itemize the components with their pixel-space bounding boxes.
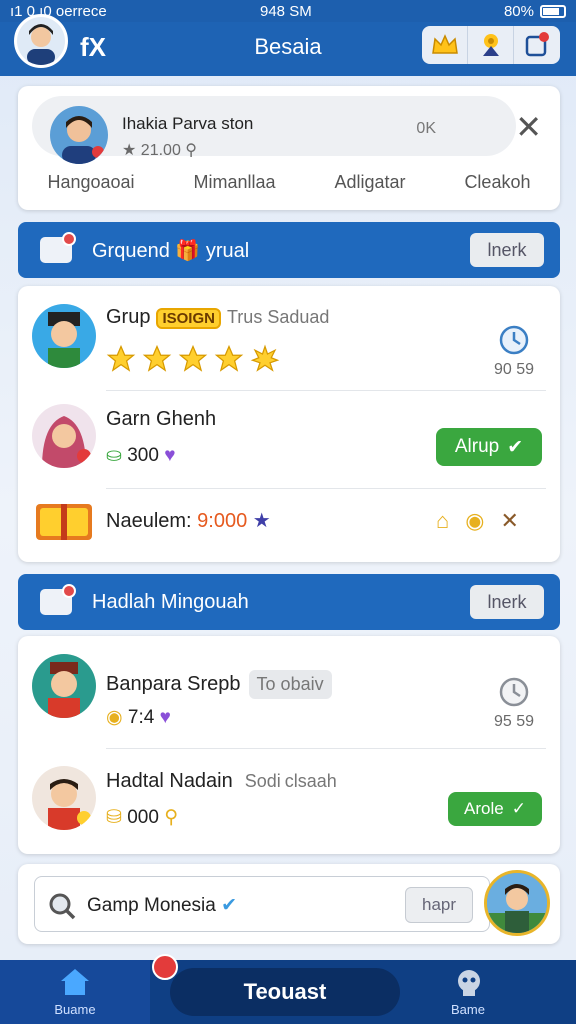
gift-box-icon (34, 500, 96, 544)
score: ◉ 7:4 ♥ (106, 707, 171, 728)
avatar (32, 654, 96, 718)
cross-tools-icon[interactable]: ✕ (501, 508, 519, 534)
accept-button[interactable]: Alrup ✔ (436, 428, 542, 466)
divider (106, 390, 546, 391)
reward-row: Naeulem: 9:000 ★ (106, 510, 271, 532)
nav-home[interactable]: Buame (0, 960, 150, 1024)
tab-2[interactable]: Mimanllaa (193, 172, 275, 193)
coin-icon[interactable]: ◉ (465, 508, 484, 534)
divider (106, 748, 546, 749)
crown-icon[interactable] (422, 26, 468, 64)
check-icon: ✔ (507, 436, 524, 458)
home-icon (61, 969, 89, 995)
nav-profile[interactable]: Bame (410, 960, 526, 1024)
message-icon (40, 232, 76, 263)
profile-ok: 0K (416, 120, 436, 137)
star-icon (106, 344, 136, 372)
time-info: 90 59 (484, 324, 544, 379)
heart-icon: ♥ (164, 445, 176, 466)
verified-icon: ✔ (221, 895, 238, 916)
star-burst-icon (250, 344, 280, 372)
tab-3[interactable]: Adligatar (334, 172, 405, 193)
list-item-name[interactable]: Garn Ghenh (106, 408, 216, 431)
section-bar-2: Hadlah Mingouah lnerk (18, 574, 560, 630)
home-icon[interactable]: ⌂ (436, 508, 449, 534)
star-icon (214, 344, 244, 372)
avatar (32, 404, 96, 468)
notification-icon[interactable] (514, 26, 560, 64)
list-item-name[interactable]: Grup ISOIGN Trus Saduad (106, 306, 329, 329)
list-item-name[interactable]: Hadtal Nadain Sodi clsaah (106, 770, 337, 793)
rating-stars (106, 344, 280, 374)
time-info: 95 59 (484, 676, 544, 731)
check-icon: ✓ (511, 799, 526, 818)
section-title-1: Grquend 🎁 yrual (92, 239, 250, 262)
nav-home-label: Buame (54, 1002, 96, 1017)
score: ⛀ 300 ♥ (106, 445, 176, 466)
star-icon (142, 344, 172, 372)
list-card-1: Grup ISOIGN Trus Saduad 90 59 Garn Ghenh ⛀… (18, 286, 560, 562)
profile-score: ★ 21.00 ⚲ (122, 142, 198, 159)
profile-name: Ihakia Parva ston (122, 114, 254, 133)
list-item-name[interactable]: Banpara Srepb To obaiv (106, 670, 332, 699)
status-tag: Sodi (244, 771, 281, 791)
search-card: Gamp Monesia ✔ hapr (18, 864, 560, 944)
tab-4[interactable]: Cleakoh (464, 172, 530, 193)
coin-icon: ◉ (106, 707, 123, 728)
section-title-2: Hadlah Mingouah (92, 590, 249, 613)
status-bar: ı1 0 ı0 oerrece 948 SM 80% (0, 0, 576, 22)
divider (106, 488, 546, 489)
avatar (32, 304, 96, 368)
avatar (32, 766, 96, 830)
trophy-icon: ⚲ (185, 142, 198, 159)
profile-pill[interactable]: Ihakia Parva ston ★ 21.00 ⚲ 0K (32, 96, 516, 164)
bottom-nav: Buame Teouast Bame (0, 954, 576, 1024)
gift-icon: ⛀ (106, 445, 122, 466)
status-tag: To obaiv (248, 670, 332, 699)
profile-avatar (50, 106, 108, 164)
battery-icon (540, 4, 566, 18)
heart-icon: ♥ (159, 707, 171, 728)
status-badge: ISOIGN (156, 308, 221, 329)
star-icon (178, 344, 208, 372)
app-header: fX Besaia (0, 14, 576, 76)
close-icon[interactable]: ✕ (515, 108, 542, 146)
clock: 948 SM (260, 2, 312, 20)
score: ⛁ 000 ⚲ (106, 807, 179, 828)
list-card-2: Banpara Srepb To obaiv ◉ 7:4 ♥ 95 59 Hadt… (18, 636, 560, 854)
clock-icon (499, 677, 529, 707)
search-text: Gamp Monesia ✔ (87, 895, 238, 916)
message-icon (40, 584, 76, 615)
star-badge-icon: ★ (252, 510, 271, 532)
coins-icon: ⛁ (106, 807, 122, 828)
search-input[interactable]: Gamp Monesia ✔ hapr (34, 876, 490, 932)
tab-1[interactable]: Hangoaoai (47, 172, 134, 193)
profile-card: Ihakia Parva ston ★ 21.00 ⚲ 0K ✕ Hangoao… (18, 86, 560, 210)
carrier-text: ı1 0 ı0 oerrece (10, 2, 107, 20)
header-actions (422, 26, 560, 64)
reward-actions: ⌂ ◉ ✕ (436, 508, 519, 534)
avatar[interactable] (484, 870, 550, 936)
search-icon (49, 893, 76, 920)
nav-profile-label: Bame (451, 1002, 485, 1017)
trophy-icon: ⚲ (164, 807, 179, 828)
trophy-character-icon[interactable] (468, 26, 514, 64)
search-button[interactable]: hapr (405, 887, 473, 923)
character-icon (458, 970, 480, 996)
section-button-2[interactable]: lnerk (470, 585, 544, 619)
battery-percent: 80% (503, 2, 534, 20)
accept-button[interactable]: Arole ✓ (448, 792, 542, 826)
clock-icon (499, 325, 529, 355)
profile-tabs: Hangoaoai Mimanllaa Adligatar Cleakoh (18, 172, 560, 193)
section-bar-1: Grquend 🎁 yrual lnerk (18, 222, 560, 278)
section-button-1[interactable]: lnerk (470, 233, 544, 267)
notification-badge (152, 954, 178, 980)
nav-center-button[interactable]: Teouast (170, 968, 400, 1016)
star-icon: ★ (122, 142, 137, 159)
